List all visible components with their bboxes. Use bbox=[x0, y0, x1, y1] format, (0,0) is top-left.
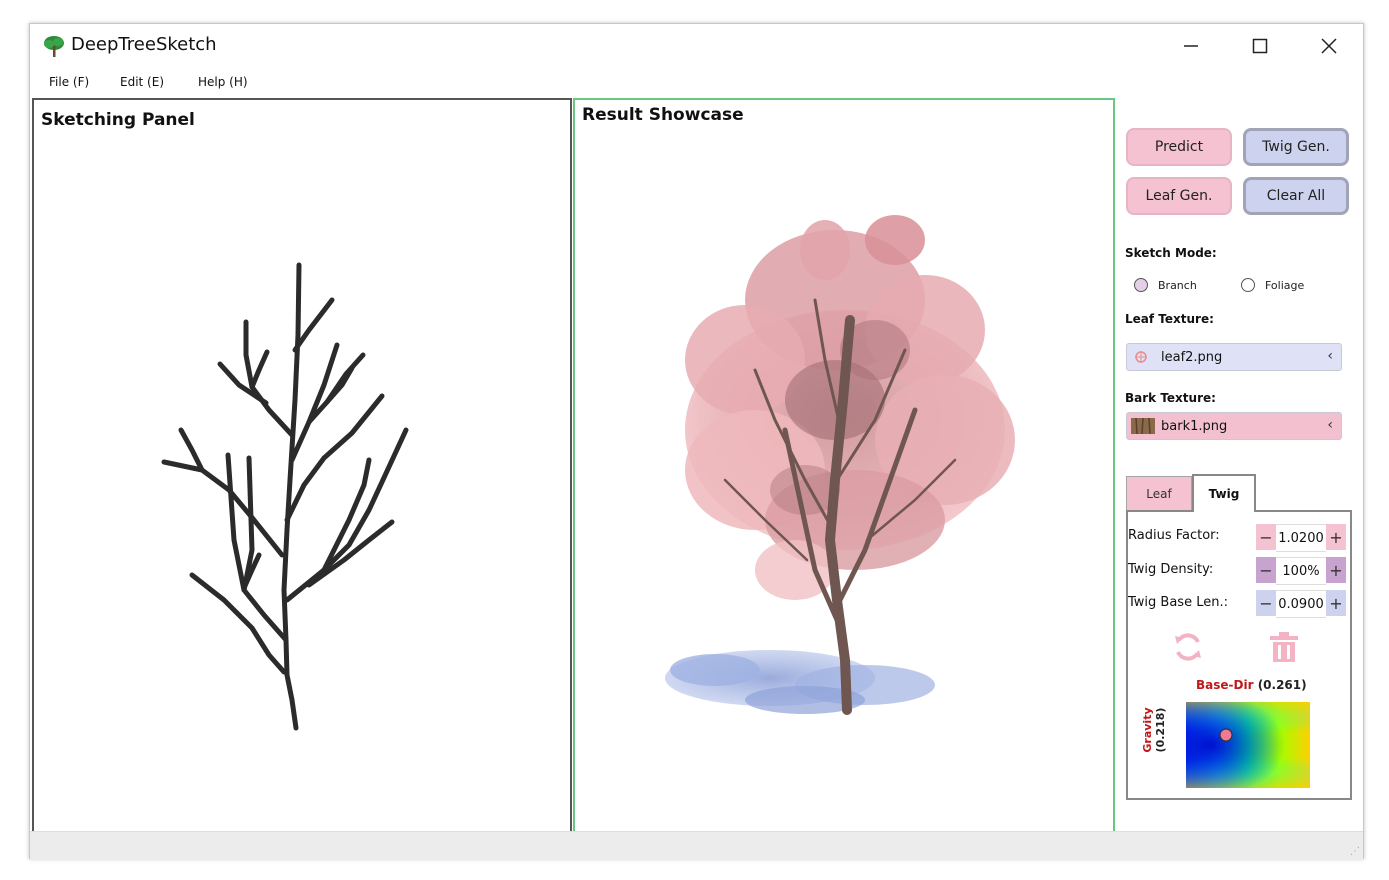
refresh-icon[interactable] bbox=[1171, 630, 1205, 664]
status-bar: ⋰ bbox=[30, 831, 1363, 860]
sketch-stroke-right-twig bbox=[321, 457, 372, 573]
twig-tab-content: Radius Factor: − 1.0200 + Twig Density: … bbox=[1126, 510, 1352, 800]
twig-density-stepper: − 100% + bbox=[1256, 557, 1346, 585]
trash-icon[interactable] bbox=[1267, 630, 1301, 664]
twig-density-increment[interactable]: + bbox=[1326, 557, 1346, 583]
bark-texture-value: bark1.png bbox=[1161, 419, 1228, 434]
radius-factor-decrement[interactable]: − bbox=[1256, 524, 1276, 550]
radius-factor-stepper: − 1.0200 + bbox=[1256, 524, 1346, 552]
sketch-mode-label: Sketch Mode: bbox=[1125, 246, 1217, 260]
branch-radio-label: Branch bbox=[1158, 279, 1197, 292]
twig-base-len-stepper: − 0.0900 + bbox=[1256, 590, 1346, 618]
close-button[interactable] bbox=[1306, 30, 1352, 62]
chevron-left-icon: ‹ bbox=[1327, 348, 1333, 364]
twig-base-len-label: Twig Base Len.: bbox=[1128, 595, 1228, 610]
leaf-gen-button[interactable]: Leaf Gen. bbox=[1126, 177, 1232, 215]
tree-shadow bbox=[665, 650, 935, 714]
twig-base-len-decrement[interactable]: − bbox=[1256, 590, 1276, 616]
tab-twig[interactable]: Twig bbox=[1192, 474, 1256, 512]
sketch-stroke-upper-right-3 bbox=[324, 365, 355, 405]
menu-help[interactable]: Help (H) bbox=[198, 75, 248, 89]
gravity-label: Gravity (0.218) bbox=[1141, 690, 1173, 770]
leaf-texture-label: Leaf Texture: bbox=[1125, 312, 1214, 326]
predict-button[interactable]: Predict bbox=[1126, 128, 1232, 166]
branch-sketch bbox=[161, 262, 409, 731]
resize-grip-icon[interactable]: ⋰ bbox=[1350, 846, 1360, 857]
leaf-thumbnail-icon bbox=[1135, 351, 1147, 363]
control-sidebar: Predict Twig Gen. Leaf Gen. Clear All Sk… bbox=[1116, 98, 1364, 831]
clear-all-button[interactable]: Clear All bbox=[1243, 177, 1349, 215]
twig-density-input[interactable]: 100% bbox=[1276, 557, 1326, 585]
branch-radio[interactable] bbox=[1134, 278, 1148, 292]
sketch-stroke-right-mid bbox=[284, 427, 409, 603]
sketch-stroke-upper-left-twig bbox=[249, 349, 270, 390]
twig-density-decrement[interactable]: − bbox=[1256, 557, 1276, 583]
leaf-texture-select[interactable]: leaf2.png ‹ bbox=[1126, 343, 1342, 371]
tree-app-icon bbox=[44, 36, 64, 57]
twig-base-len-input[interactable]: 0.0900 bbox=[1276, 590, 1326, 618]
minimize-icon bbox=[1184, 45, 1198, 47]
menu-edit[interactable]: Edit (E) bbox=[120, 75, 164, 89]
leaf-texture-value: leaf2.png bbox=[1161, 350, 1223, 365]
base-dir-label: Base-Dir (0.261) bbox=[1196, 678, 1307, 692]
sketch-stroke-right-low bbox=[306, 519, 395, 588]
app-window: DeepTreeSketch File (F) Edit (E) Help (H… bbox=[29, 23, 1364, 860]
chevron-left-icon: ‹ bbox=[1327, 417, 1333, 433]
radius-factor-increment[interactable]: + bbox=[1326, 524, 1346, 550]
sketching-panel[interactable]: Sketching Panel bbox=[32, 98, 572, 831]
foliage-radio[interactable] bbox=[1241, 278, 1255, 292]
app-title: DeepTreeSketch bbox=[71, 34, 217, 55]
result-showcase-panel[interactable]: Result Showcase bbox=[573, 98, 1115, 831]
foliage-radio-label: Foliage bbox=[1265, 279, 1305, 292]
bark-thumbnail-icon bbox=[1131, 418, 1155, 434]
twig-gen-button[interactable]: Twig Gen. bbox=[1243, 128, 1349, 166]
maximize-icon bbox=[1252, 38, 1268, 54]
twig-density-label: Twig Density: bbox=[1128, 562, 1214, 577]
bark-texture-label: Bark Texture: bbox=[1125, 391, 1216, 405]
gravity-title: Gravity bbox=[1141, 707, 1154, 753]
maximize-button[interactable] bbox=[1237, 30, 1283, 62]
tree-crown bbox=[685, 215, 1015, 600]
title-bar: DeepTreeSketch bbox=[30, 24, 1363, 68]
tree-render bbox=[665, 215, 1015, 715]
gravity-value: (0.218) bbox=[1154, 707, 1167, 753]
twig-base-len-increment[interactable]: + bbox=[1326, 590, 1346, 616]
minimize-button[interactable] bbox=[1168, 30, 1214, 62]
bark-texture-select[interactable]: bark1.png ‹ bbox=[1126, 412, 1342, 440]
base-dir-handle bbox=[1219, 728, 1233, 742]
menu-file[interactable]: File (F) bbox=[49, 75, 89, 89]
tab-leaf[interactable]: Leaf bbox=[1126, 476, 1192, 512]
radius-factor-input[interactable]: 1.0200 bbox=[1276, 524, 1326, 552]
base-dir-title: Base-Dir bbox=[1196, 678, 1254, 692]
base-dir-value: (0.261) bbox=[1257, 678, 1307, 692]
base-dir-gravity-map[interactable] bbox=[1186, 702, 1310, 788]
radius-factor-label: Radius Factor: bbox=[1128, 528, 1220, 543]
close-icon bbox=[1321, 38, 1337, 54]
menu-bar: File (F) Edit (E) Help (H) bbox=[30, 70, 1363, 96]
sketch-stroke-left-main bbox=[161, 459, 285, 558]
